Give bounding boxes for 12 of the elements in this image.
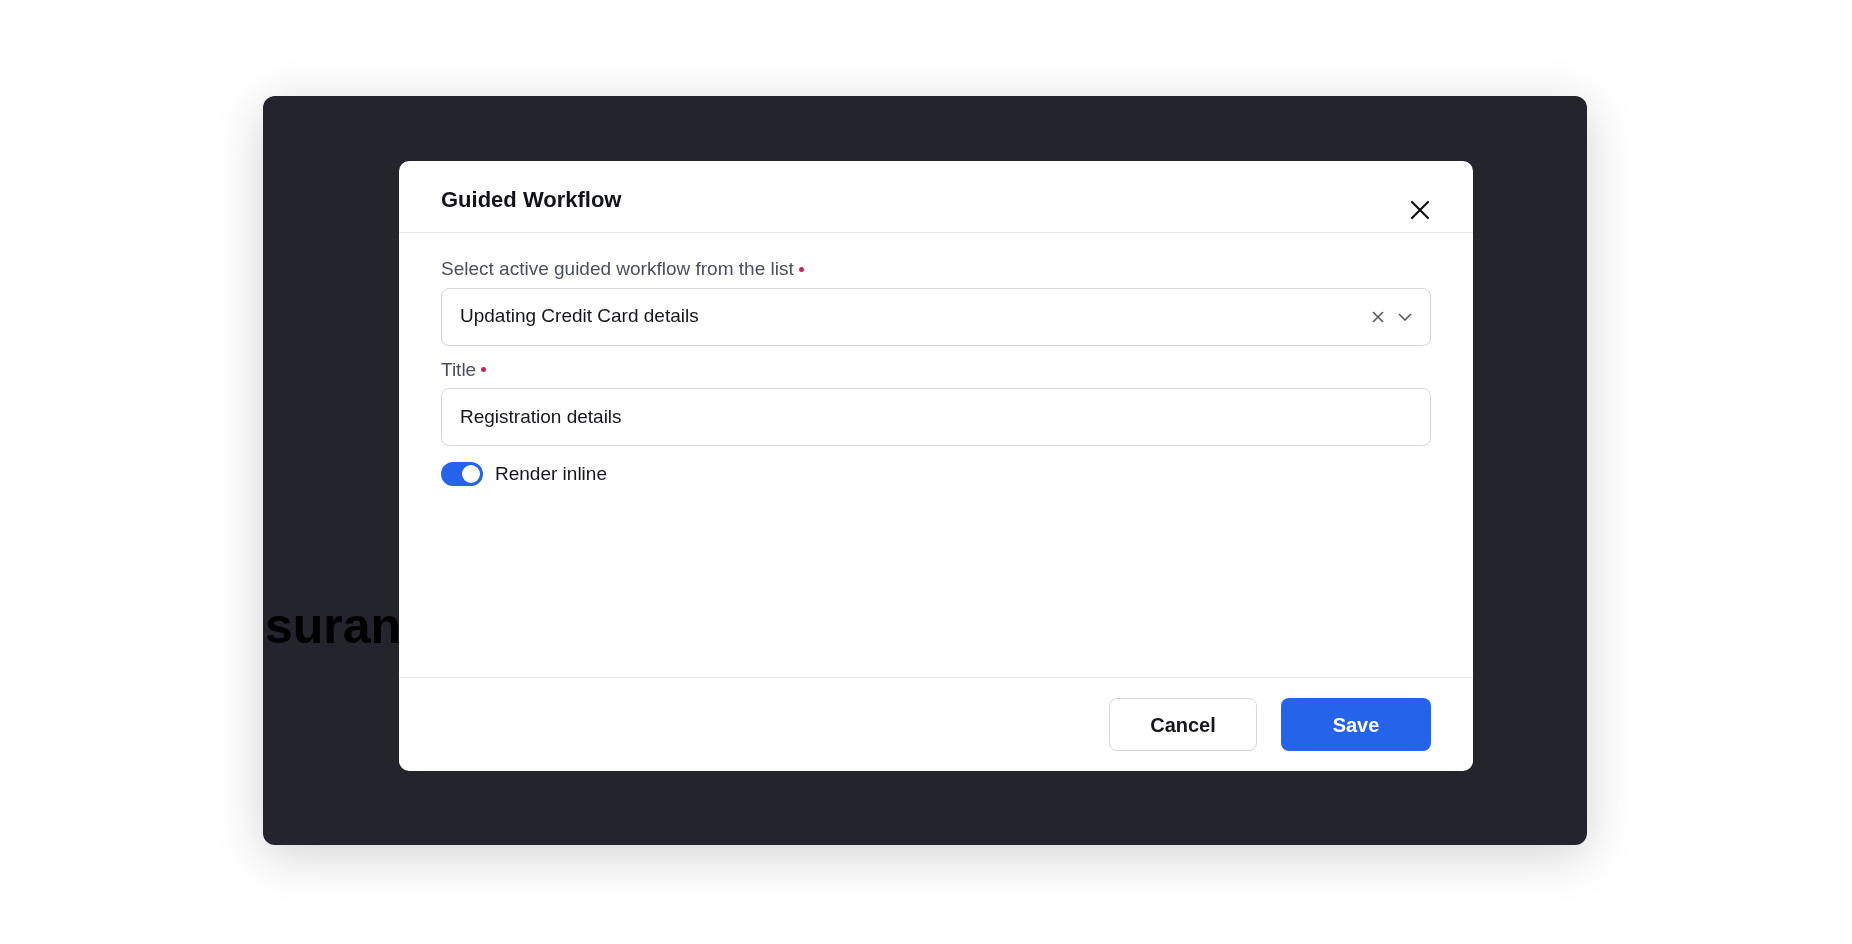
field-label: Select active guided workflow from the list: [441, 257, 794, 281]
clear-icon[interactable]: [1372, 310, 1384, 323]
toggle-switch[interactable]: [441, 462, 483, 487]
chevron-down-icon[interactable]: [1398, 312, 1412, 321]
close-icon[interactable]: [1409, 199, 1431, 221]
dialog-title: Guided Workflow: [441, 186, 622, 214]
workflow-dropdown[interactable]: Updating Credit Card details: [441, 287, 1431, 346]
cancel-button[interactable]: Cancel: [1109, 698, 1257, 751]
field-label: Title: [441, 357, 477, 382]
toggle-label: Render inline: [495, 462, 607, 486]
save-button[interactable]: Save: [1281, 698, 1431, 751]
title-input[interactable]: Registration details: [441, 388, 1431, 446]
